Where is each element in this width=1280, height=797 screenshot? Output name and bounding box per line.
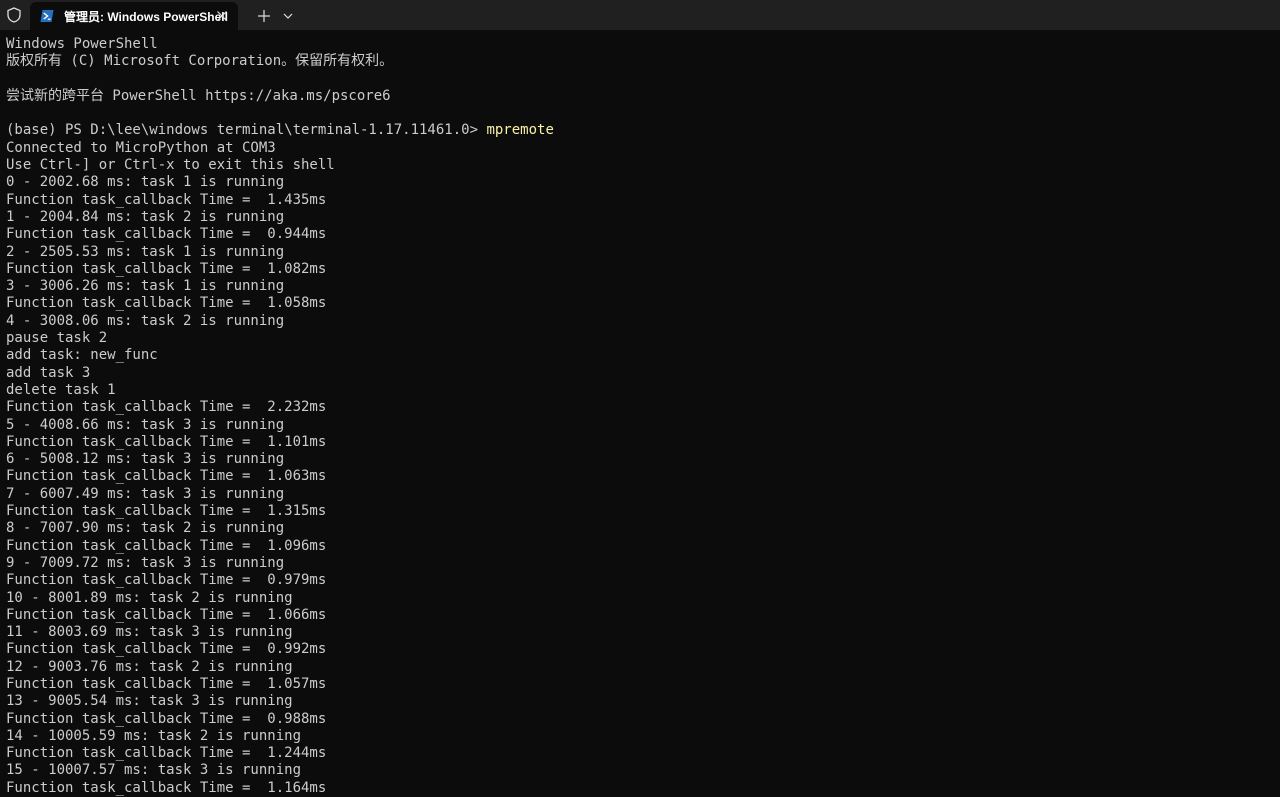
output-line: 1 - 2004.84 ms: task 2 is running	[6, 208, 285, 225]
output-line: Function task_callback Time = 1.164ms	[6, 779, 327, 796]
output-line: Function task_callback Time = 1.063ms	[6, 468, 327, 485]
output-line: pause task 2	[6, 330, 108, 347]
output-line: 7 - 6007.49 ms: task 3 is running	[6, 485, 285, 502]
output-line: Function task_callback Time = 1.058ms	[6, 295, 327, 312]
output-line: 6 - 5008.12 ms: task 3 is running	[6, 451, 285, 468]
output-line: delete task 1	[6, 381, 116, 398]
prompt-path: (base) PS D:\lee\windows terminal\termin…	[6, 122, 487, 139]
output-line: Function task_callback Time = 0.979ms	[6, 572, 327, 589]
output-line: 13 - 9005.54 ms: task 3 is running	[6, 693, 293, 710]
output-line: Function task_callback Time = 1.435ms	[6, 191, 327, 208]
header-line: Windows PowerShell	[6, 36, 158, 52]
prompt-line: (base) PS D:\lee\windows terminal\termin…	[6, 122, 1274, 139]
output-line: add task: new_func	[6, 347, 158, 364]
output-line: Function task_callback Time = 1.244ms	[6, 745, 327, 762]
output-line: 3 - 3006.26 ms: task 1 is running	[6, 278, 285, 295]
header-line	[6, 71, 1274, 88]
output-line: Function task_callback Time = 1.315ms	[6, 503, 327, 520]
header-line	[6, 105, 1274, 122]
output-line: Function task_callback Time = 0.988ms	[6, 710, 327, 727]
output-line: Function task_callback Time = 2.232ms	[6, 399, 327, 416]
output-line: Function task_callback Time = 1.057ms	[6, 675, 327, 692]
chevron-down-icon[interactable]	[278, 2, 298, 30]
output-line: Function task_callback Time = 0.992ms	[6, 641, 327, 658]
header-line: 尝试新的跨平台 PowerShell https://aka.ms/pscore…	[6, 87, 391, 104]
powershell-icon	[40, 9, 54, 23]
output-line: Use Ctrl-] or Ctrl-x to exit this shell	[6, 157, 335, 174]
output-line: Function task_callback Time = 1.101ms	[6, 433, 327, 450]
output-line: Function task_callback Time = 1.096ms	[6, 537, 327, 554]
terminal-output[interactable]: Windows PowerShell 版权所有 (C) Microsoft Cor…	[6, 36, 1274, 797]
output-line: 15 - 10007.57 ms: task 3 is running	[6, 762, 302, 779]
output-line: 10 - 8001.89 ms: task 2 is running	[6, 589, 293, 606]
output-line: Function task_callback Time = 0.944ms	[6, 226, 327, 243]
output-line: add task 3	[6, 364, 91, 381]
close-icon[interactable]	[214, 8, 230, 24]
tab-title: 管理员: Windows PowerShell	[64, 9, 228, 24]
output-line: 9 - 7009.72 ms: task 3 is running	[6, 554, 285, 571]
terminal-header: Windows PowerShell 版权所有 (C) Microsoft Cor…	[6, 36, 1274, 122]
output-line: 5 - 4008.66 ms: task 3 is running	[6, 416, 285, 433]
shield-icon[interactable]	[0, 0, 28, 30]
output-line: 14 - 10005.59 ms: task 2 is running	[6, 727, 302, 744]
tab-bar: 管理员: Windows PowerShell	[0, 0, 1280, 30]
output-line: 2 - 2505.53 ms: task 1 is running	[6, 243, 285, 260]
terminal-output-lines: Connected to MicroPython at COM3 Use Ctrl…	[6, 140, 1274, 797]
command-text: mpremote	[486, 122, 554, 139]
output-line: 4 - 3008.06 ms: task 2 is running	[6, 312, 285, 329]
tab-powershell[interactable]: 管理员: Windows PowerShell	[30, 2, 238, 30]
plus-icon[interactable]	[250, 2, 278, 30]
output-line: 0 - 2002.68 ms: task 1 is running	[6, 174, 285, 191]
output-line: 12 - 9003.76 ms: task 2 is running	[6, 658, 293, 675]
header-line: 版权所有 (C) Microsoft Corporation。保留所有权利。	[6, 53, 394, 70]
output-line: Function task_callback Time = 1.082ms	[6, 260, 327, 277]
output-line: Function task_callback Time = 1.066ms	[6, 606, 327, 623]
output-line: Connected to MicroPython at COM3	[6, 139, 276, 156]
output-line: 8 - 7007.90 ms: task 2 is running	[6, 520, 285, 537]
output-line: 11 - 8003.69 ms: task 3 is running	[6, 624, 293, 641]
